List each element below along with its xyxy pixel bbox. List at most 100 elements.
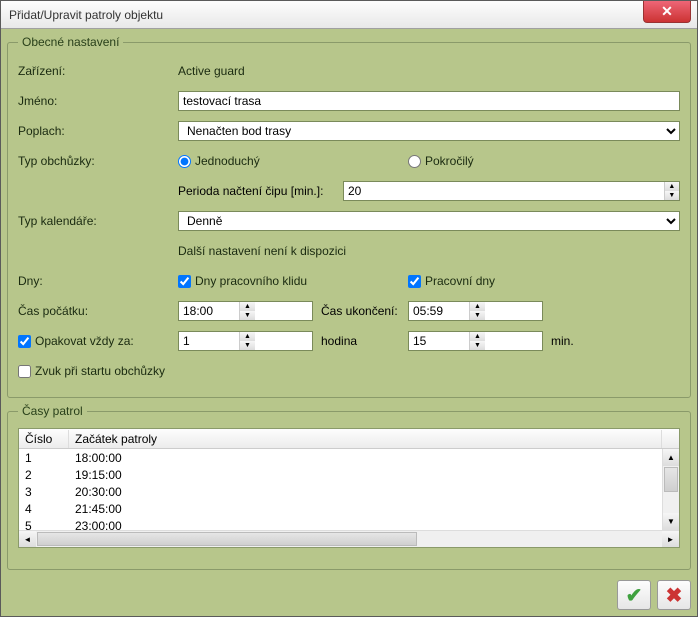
name-label: Jméno: bbox=[18, 94, 178, 108]
title-bar: Přidat/Upravit patroly objektu ✕ bbox=[1, 1, 697, 29]
repeat-checkbox[interactable]: Opakovat vždy za: bbox=[18, 334, 178, 348]
days-off-text: Dny pracovního klidu bbox=[195, 274, 307, 288]
cell-start: 20:30:00 bbox=[69, 485, 679, 499]
general-legend: Obecné nastavení bbox=[18, 35, 123, 49]
sound-text: Zvuk při startu obchůzky bbox=[35, 364, 165, 378]
patrol-table-body: 118:00:00219:15:00320:30:00421:45:00523:… bbox=[19, 449, 679, 530]
repeat-hours-up[interactable]: ▲ bbox=[240, 332, 255, 341]
scroll-down-icon[interactable]: ▼ bbox=[663, 513, 679, 530]
tour-type-advanced-radio[interactable]: Pokročilý bbox=[408, 154, 474, 168]
chip-period-label: Perioda načtení čipu [min.]: bbox=[178, 184, 343, 198]
start-time-input[interactable] bbox=[179, 302, 239, 320]
start-time-spinner[interactable]: ▲ ▼ bbox=[178, 301, 313, 321]
alarm-select[interactable]: Nenačten bod trasy bbox=[178, 121, 680, 141]
days-work-checkbox[interactable]: Pracovní dny bbox=[408, 274, 495, 288]
repeat-input[interactable] bbox=[18, 335, 31, 348]
name-input[interactable] bbox=[178, 91, 680, 111]
dialog-content: Obecné nastavení Zařízení: Active guard … bbox=[1, 29, 697, 576]
horizontal-scrollbar[interactable]: ◄ ► bbox=[19, 530, 679, 547]
tour-type-simple-input[interactable] bbox=[178, 155, 191, 168]
table-row[interactable]: 320:30:00 bbox=[19, 483, 679, 500]
days-work-input[interactable] bbox=[408, 275, 421, 288]
scroll-track[interactable] bbox=[663, 493, 679, 513]
start-time-label: Čas počátku: bbox=[18, 304, 178, 318]
repeat-mins-down[interactable]: ▼ bbox=[470, 341, 485, 350]
patrol-table-head: Číslo Začátek patroly bbox=[19, 429, 679, 449]
calendar-type-label: Typ kalendáře: bbox=[18, 214, 178, 228]
days-work-text: Pracovní dny bbox=[425, 274, 495, 288]
close-button[interactable]: ✕ bbox=[643, 1, 691, 23]
repeat-hours-input[interactable] bbox=[179, 332, 239, 350]
alarm-label: Poplach: bbox=[18, 124, 178, 138]
days-off-checkbox[interactable]: Dny pracovního klidu bbox=[178, 274, 408, 288]
device-value: Active guard bbox=[178, 64, 245, 78]
cell-start: 21:45:00 bbox=[69, 502, 679, 516]
close-icon: ✕ bbox=[661, 3, 673, 20]
patrol-table: Číslo Začátek patroly 118:00:00219:15:00… bbox=[18, 428, 680, 548]
dialog-footer: ✔ ✖ bbox=[1, 576, 697, 616]
scroll-right-icon[interactable]: ► bbox=[662, 531, 679, 547]
repeat-hours-unit: hodina bbox=[313, 334, 408, 348]
start-time-arrows: ▲ ▼ bbox=[239, 302, 255, 320]
days-label: Dny: bbox=[18, 274, 178, 288]
sound-checkbox[interactable]: Zvuk při startu obchůzky bbox=[18, 364, 165, 378]
window-title: Přidat/Upravit patroly objektu bbox=[9, 8, 163, 22]
calendar-type-select[interactable]: Denně bbox=[178, 211, 680, 231]
repeat-hours-arrows: ▲ ▼ bbox=[239, 332, 255, 350]
chip-period-input[interactable] bbox=[344, 182, 664, 200]
repeat-text: Opakovat vždy za: bbox=[35, 334, 134, 348]
no-further-settings: Další nastavení není k dispozici bbox=[178, 244, 346, 258]
table-row[interactable]: 421:45:00 bbox=[19, 500, 679, 517]
repeat-hours-spinner[interactable]: ▲ ▼ bbox=[178, 331, 313, 351]
repeat-mins-input[interactable] bbox=[409, 332, 469, 350]
cell-num: 4 bbox=[19, 502, 69, 516]
start-time-down[interactable]: ▼ bbox=[240, 311, 255, 320]
cell-num: 3 bbox=[19, 485, 69, 499]
end-time-input[interactable] bbox=[409, 302, 469, 320]
ok-button[interactable]: ✔ bbox=[617, 580, 651, 610]
start-time-up[interactable]: ▲ bbox=[240, 302, 255, 311]
days-off-input[interactable] bbox=[178, 275, 191, 288]
end-time-spinner[interactable]: ▲ ▼ bbox=[408, 301, 543, 321]
repeat-hours-down[interactable]: ▼ bbox=[240, 341, 255, 350]
tour-type-label: Typ obchůzky: bbox=[18, 154, 178, 168]
cell-start: 23:00:00 bbox=[69, 519, 679, 531]
scroll-up-icon[interactable]: ▲ bbox=[663, 449, 679, 466]
table-row[interactable]: 118:00:00 bbox=[19, 449, 679, 466]
scroll-thumb[interactable] bbox=[664, 467, 678, 492]
x-icon: ✖ bbox=[666, 583, 683, 608]
patrol-legend: Časy patrol bbox=[18, 404, 87, 418]
end-time-arrows: ▲ ▼ bbox=[469, 302, 485, 320]
cell-start: 18:00:00 bbox=[69, 451, 679, 465]
general-settings-group: Obecné nastavení Zařízení: Active guard … bbox=[7, 35, 691, 398]
scroll-left-icon[interactable]: ◄ bbox=[19, 531, 36, 547]
cell-num: 1 bbox=[19, 451, 69, 465]
cell-num: 5 bbox=[19, 519, 69, 531]
end-time-down[interactable]: ▼ bbox=[470, 311, 485, 320]
hscroll-thumb[interactable] bbox=[37, 532, 417, 546]
chip-period-down[interactable]: ▼ bbox=[665, 191, 679, 200]
chip-period-spinner[interactable]: ▲ ▼ bbox=[343, 181, 680, 201]
chip-period-arrows: ▲ ▼ bbox=[664, 182, 679, 200]
end-time-up[interactable]: ▲ bbox=[470, 302, 485, 311]
repeat-mins-unit: min. bbox=[543, 334, 574, 348]
device-label: Zařízení: bbox=[18, 64, 178, 78]
table-row[interactable]: 523:00:00 bbox=[19, 517, 679, 530]
tour-type-advanced-text: Pokročilý bbox=[425, 154, 474, 168]
table-row[interactable]: 219:15:00 bbox=[19, 466, 679, 483]
repeat-mins-spinner[interactable]: ▲ ▼ bbox=[408, 331, 543, 351]
repeat-mins-up[interactable]: ▲ bbox=[470, 332, 485, 341]
tour-type-simple-radio[interactable]: Jednoduchý bbox=[178, 154, 408, 168]
hscroll-track[interactable] bbox=[418, 531, 662, 547]
col-start[interactable]: Začátek patroly bbox=[69, 430, 662, 448]
tour-type-simple-text: Jednoduchý bbox=[195, 154, 260, 168]
cell-start: 19:15:00 bbox=[69, 468, 679, 482]
tour-type-advanced-input[interactable] bbox=[408, 155, 421, 168]
patrol-times-group: Časy patrol Číslo Začátek patroly 118:00… bbox=[7, 404, 691, 570]
cancel-button[interactable]: ✖ bbox=[657, 580, 691, 610]
chip-period-up[interactable]: ▲ bbox=[665, 182, 679, 191]
col-num[interactable]: Číslo bbox=[19, 430, 69, 448]
sound-input[interactable] bbox=[18, 365, 31, 378]
vertical-scrollbar[interactable]: ▲ ▼ bbox=[662, 449, 679, 530]
check-icon: ✔ bbox=[626, 583, 643, 608]
